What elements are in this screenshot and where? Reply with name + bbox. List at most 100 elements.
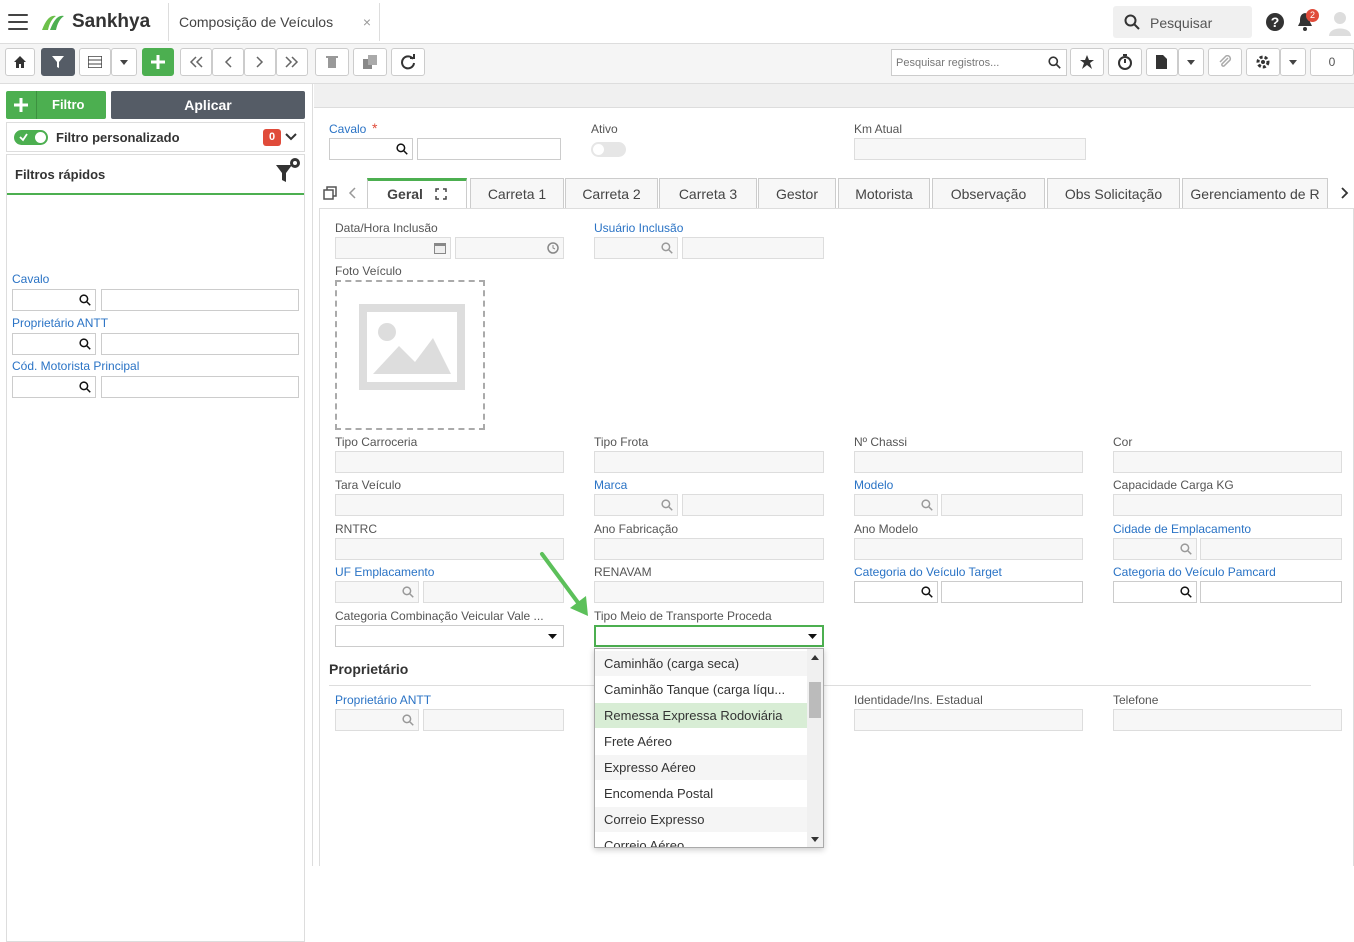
settings-dropdown-button[interactable] (1280, 48, 1306, 76)
last-record-button[interactable] (276, 48, 308, 76)
ano-fabricacao-input[interactable] (594, 538, 824, 560)
filter-settings-icon[interactable] (275, 157, 301, 183)
chevron-left-icon[interactable] (348, 187, 356, 199)
categoria-combinacao-select[interactable] (335, 625, 564, 647)
hora-inclusao-input[interactable] (455, 237, 564, 259)
usuario-code-input[interactable] (594, 237, 678, 259)
chevron-right-icon[interactable] (1341, 187, 1349, 199)
proprietario-antt-code-input[interactable] (335, 709, 419, 731)
add-button[interactable] (142, 48, 174, 76)
help-icon[interactable]: ? (1265, 12, 1285, 32)
scrollbar-thumb[interactable] (809, 682, 821, 718)
dropdown-option[interactable]: Correio Aéreo (595, 833, 807, 847)
copy-icon[interactable] (323, 186, 337, 200)
cor-input[interactable] (1113, 451, 1342, 473)
dropdown-option[interactable]: Correio Expresso (595, 807, 807, 833)
tara-input[interactable] (335, 494, 564, 516)
quick-filter-proprietario-code[interactable] (12, 333, 96, 355)
search-icon[interactable] (402, 586, 414, 598)
categoria-target-desc-input[interactable] (941, 581, 1083, 603)
next-record-button[interactable] (244, 48, 276, 76)
export-dropdown-button[interactable] (1178, 48, 1204, 76)
km-atual-input[interactable] (854, 138, 1086, 160)
tab-composicao-veiculos[interactable]: Composição de Veículos × (168, 3, 380, 41)
chevron-down-icon[interactable] (285, 133, 297, 141)
cavalo-desc-input[interactable] (417, 138, 561, 160)
search-icon[interactable] (79, 294, 91, 306)
dropdown-scrollbar[interactable] (807, 649, 823, 847)
clock-icon[interactable] (547, 242, 559, 254)
modelo-desc-input[interactable] (941, 494, 1083, 516)
tab-carreta-2[interactable]: Carreta 2 (565, 178, 658, 208)
quick-filter-motorista-desc[interactable] (101, 376, 299, 398)
search-icon[interactable] (921, 586, 933, 598)
dropdown-option[interactable]: Expresso Aéreo (595, 755, 807, 781)
marca-desc-input[interactable] (682, 494, 824, 516)
prev-record-button[interactable] (212, 48, 244, 76)
usuario-desc-input[interactable] (682, 237, 824, 259)
cidade-desc-input[interactable] (1200, 538, 1342, 560)
tab-observacao[interactable]: Observação (932, 178, 1045, 208)
view-dropdown-button[interactable] (111, 48, 137, 76)
favorite-button[interactable] (1070, 48, 1104, 76)
categoria-pamcard-code-input[interactable] (1113, 581, 1197, 603)
tab-motorista[interactable]: Motorista (838, 178, 930, 208)
tipo-meio-transporte-select[interactable] (594, 625, 824, 647)
export-button[interactable] (1146, 48, 1178, 76)
categoria-pamcard-desc-input[interactable] (1200, 581, 1342, 603)
avatar[interactable] (1328, 10, 1352, 36)
attach-button[interactable] (1208, 48, 1242, 76)
quick-filter-cavalo-code[interactable] (12, 289, 96, 311)
tab-carreta-1[interactable]: Carreta 1 (470, 178, 564, 208)
tipo-frota-input[interactable] (594, 451, 824, 473)
vehicle-photo[interactable] (335, 280, 485, 430)
refresh-button[interactable] (391, 48, 425, 76)
identidade-input[interactable] (854, 709, 1083, 731)
tab-carreta-3[interactable]: Carreta 3 (659, 178, 757, 208)
expand-icon[interactable] (435, 188, 447, 200)
settings-button[interactable] (1246, 48, 1280, 76)
search-icon[interactable] (661, 499, 673, 511)
capacidade-input[interactable] (1113, 494, 1342, 516)
quick-filter-cavalo-desc[interactable] (101, 289, 299, 311)
duplicate-button[interactable] (353, 48, 387, 76)
ano-modelo-input[interactable] (854, 538, 1083, 560)
home-button[interactable] (5, 48, 35, 76)
quick-filter-motorista-code[interactable] (12, 376, 96, 398)
dropdown-option[interactable]: Frete Aéreo (595, 729, 807, 755)
search-icon[interactable] (79, 338, 91, 350)
categoria-target-code-input[interactable] (854, 581, 938, 603)
search-icon[interactable] (402, 714, 414, 726)
rntrc-input[interactable] (335, 538, 564, 560)
tab-geral[interactable]: Geral (367, 178, 467, 209)
scroll-down-icon[interactable] (811, 837, 819, 842)
ativo-toggle[interactable] (591, 142, 626, 157)
data-inclusao-input[interactable] (335, 237, 451, 259)
timer-button[interactable] (1108, 48, 1142, 76)
close-icon[interactable]: × (363, 14, 371, 30)
dropdown-option[interactable]: Encomenda Postal (595, 781, 807, 807)
record-search-input[interactable]: Pesquisar registros... (891, 49, 1067, 76)
dropdown-option[interactable]: Caminhão (carga seca) (595, 651, 807, 677)
apply-button[interactable]: Aplicar (111, 91, 305, 119)
add-filter-button[interactable]: Filtro (6, 91, 106, 119)
tab-gerenciamento[interactable]: Gerenciamento de R (1182, 178, 1328, 208)
telefone-input[interactable] (1113, 709, 1342, 731)
cidade-code-input[interactable] (1113, 538, 1197, 560)
dropdown-option[interactable]: Caminhão Tanque (carga líqu... (595, 677, 807, 703)
tab-obs-solicitacao[interactable]: Obs Solicitação (1047, 178, 1180, 208)
quick-filter-proprietario-desc[interactable] (101, 333, 299, 355)
dropdown-option-selected[interactable]: Remessa Expressa Rodoviária (595, 703, 807, 729)
search-icon[interactable] (1180, 543, 1192, 555)
search-icon[interactable] (921, 499, 933, 511)
uf-code-input[interactable] (335, 581, 419, 603)
search-icon[interactable] (396, 143, 408, 155)
search-icon[interactable] (79, 381, 91, 393)
global-search[interactable]: Pesquisar (1113, 6, 1252, 38)
grid-view-button[interactable] (79, 48, 111, 76)
search-icon[interactable] (1180, 586, 1192, 598)
scroll-up-icon[interactable] (811, 655, 819, 660)
tipo-carroceria-input[interactable] (335, 451, 564, 473)
first-record-button[interactable] (180, 48, 212, 76)
calendar-icon[interactable] (434, 242, 446, 254)
